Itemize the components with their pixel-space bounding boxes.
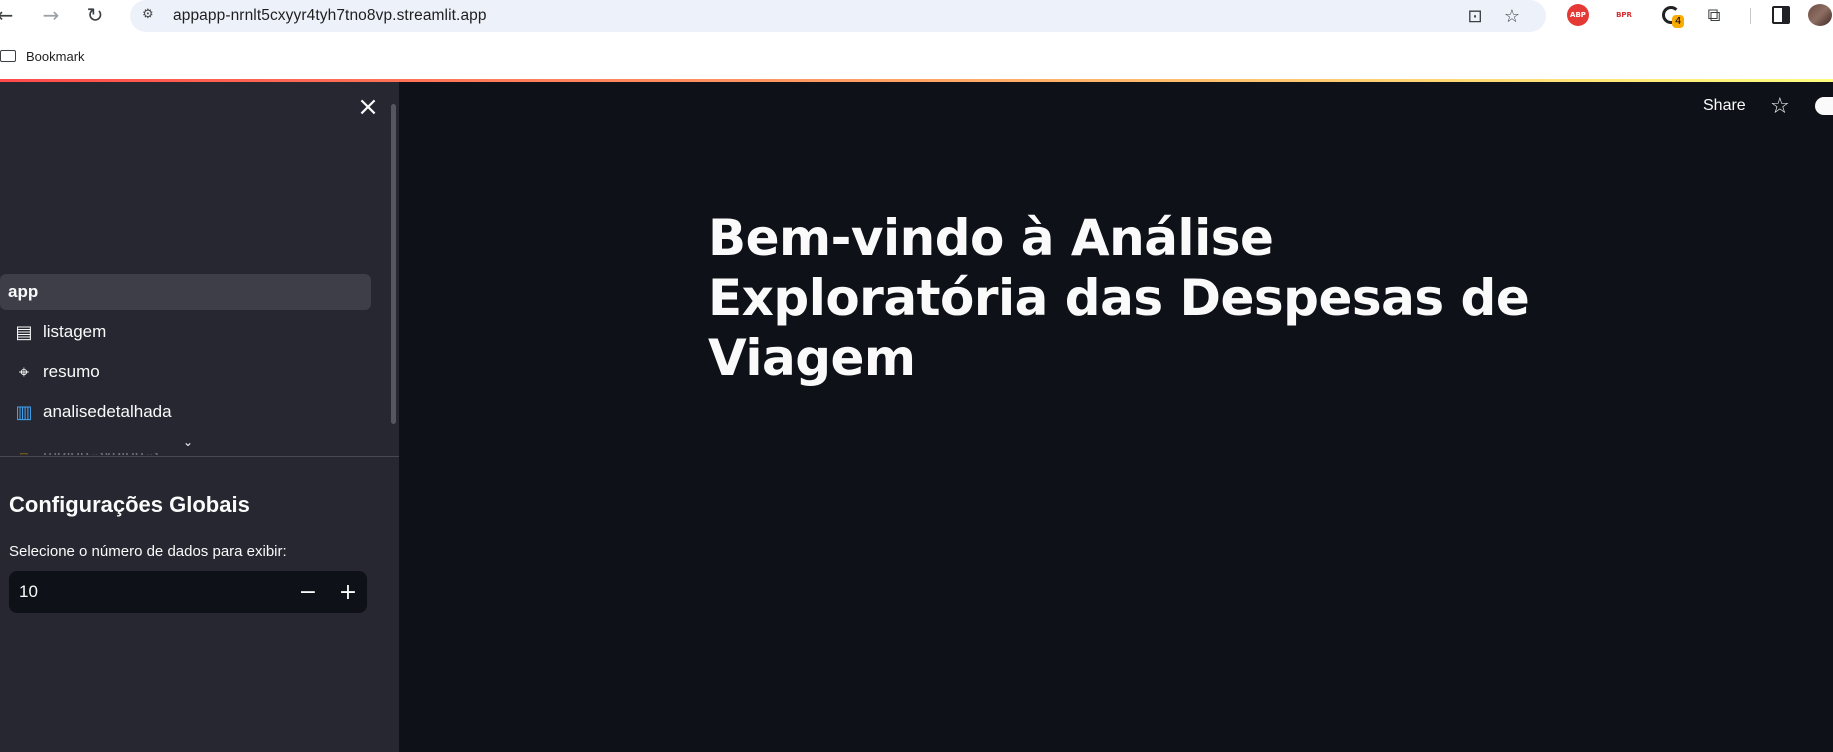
share-button[interactable]: Share [1703,97,1746,115]
nav-item-listagem[interactable]: ▤ listagem [0,314,371,350]
page-icon: ▤ [15,321,33,343]
forward-arrow-icon[interactable]: → [38,2,64,28]
decrement-button[interactable]: − [291,577,325,607]
folder-icon [0,50,16,62]
telescope-icon: ⌖ [18,361,30,383]
nav-item-app[interactable]: app [0,274,371,310]
page-title: Bem-vindo à Análise Exploratória das Des… [708,209,1530,387]
browser-chrome: ← → ↻ ⚙ appapp-nrnlt5cxyyr4tyh7tno8vp.st… [0,0,1833,81]
back-arrow-icon[interactable]: ← [0,2,18,28]
bookmark-star-icon[interactable]: ☆ [1500,4,1524,28]
bookmark-folder[interactable]: Bookmark [26,49,85,64]
favorite-star-icon[interactable]: ☆ [1770,94,1790,119]
install-app-icon[interactable]: ⊡ [1463,4,1487,28]
bookmark-bar: Bookmark [0,44,85,68]
reload-icon[interactable]: ↻ [82,2,108,28]
number-input[interactable]: 10 − + [9,571,367,613]
toolbar-divider [1750,8,1751,24]
increment-button[interactable]: + [331,577,365,607]
close-sidebar-icon[interactable]: × [356,94,380,120]
sidebar-scrollbar[interactable] [391,104,396,424]
nav-item-label: resumo [43,362,100,381]
profile-avatar[interactable] [1808,4,1832,26]
settings-heading: Configurações Globais [9,492,250,517]
side-panel-icon[interactable] [1770,4,1792,26]
extension-badge: 4 [1672,15,1685,28]
nav-item-label: listagem [43,322,107,341]
nav-item-resumo[interactable]: ⌖ resumo [0,354,371,390]
sidebar-nav: app ▤ listagem ⌖ resumo ▥ analisedetalha… [0,192,372,455]
expand-nav-chevron-icon[interactable]: ⌄ [183,435,193,449]
number-input-label: Selecione o número de dados para exibir: [9,543,287,560]
sidebar-divider [0,456,399,457]
site-settings-icon[interactable]: ⚙ [142,7,160,25]
ring-extension-icon[interactable]: 4 [1660,4,1685,28]
bpr-extension-icon[interactable]: BPR [1612,4,1636,26]
sidebar: × app ▤ listagem ⌖ resumo ▥ analisedetal… [0,82,399,752]
address-bar[interactable]: ⚙ appapp-nrnlt5cxyyr4tyh7tno8vp.streamli… [130,0,1546,32]
nav-item-label: app [8,282,39,301]
number-input-value[interactable]: 10 [19,582,38,602]
github-icon[interactable] [1815,97,1833,115]
extensions-puzzle-icon[interactable]: ⧉ [1703,4,1725,26]
url-text[interactable]: appapp-nrnlt5cxyyr4tyh7tno8vp.streamlit.… [173,7,487,25]
adblock-extension-icon[interactable]: ABP [1567,4,1589,26]
